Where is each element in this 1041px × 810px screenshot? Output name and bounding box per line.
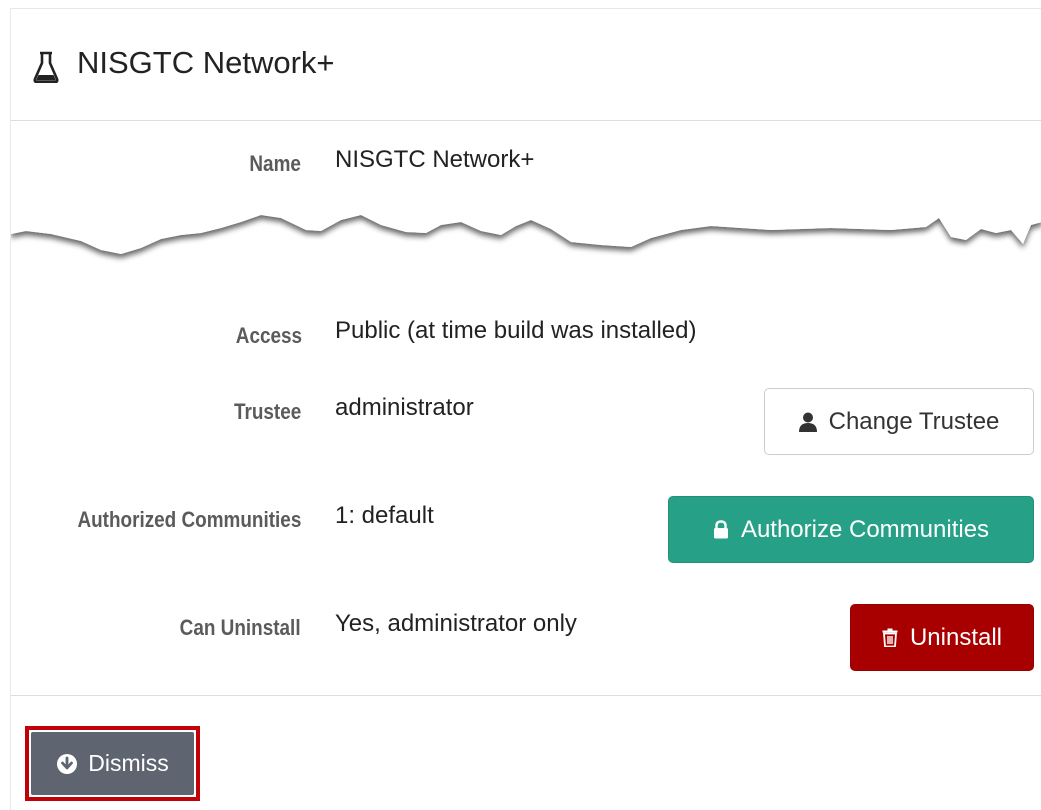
trash-icon [882,628,898,647]
access-row: Access Public (at time build was install… [11,309,1041,353]
torn-edge-divider [11,194,1041,254]
footer-divider [11,695,1041,696]
authorize-communities-button[interactable]: Authorize Communities [668,496,1034,563]
build-details-panel: NISGTC Network+ Name NISGTC Network+ Acc… [10,8,1041,810]
change-trustee-label: Change Trustee [828,407,1000,435]
can-uninstall-label: Can Uninstall [180,615,301,640]
arrow-circle-down-icon [56,753,78,775]
user-icon [798,412,817,432]
dismiss-label: Dismiss [88,750,169,776]
authorized-communities-label: Authorized Communities [77,507,301,532]
change-trustee-button[interactable]: Change Trustee [764,388,1034,455]
name-value: NISGTC Network+ [335,146,535,173]
panel-header: NISGTC Network+ [11,9,1041,121]
authorized-communities-value: 1: default [335,502,434,529]
uninstall-button[interactable]: Uninstall [850,604,1034,671]
uninstall-label: Uninstall [909,623,1003,651]
lock-icon [713,520,729,539]
access-label: Access [235,323,302,348]
dismiss-button[interactable]: Dismiss [31,732,194,795]
name-label: Name [249,151,301,176]
page-title: NISGTC Network+ [77,45,335,80]
flask-icon [33,51,59,83]
can-uninstall-value: Yes, administrator only [335,610,577,637]
trustee-value: administrator [335,394,474,421]
authorize-communities-label: Authorize Communities [740,515,990,543]
trustee-label: Trustee [233,399,301,424]
access-value: Public (at time build was installed) [335,317,697,344]
